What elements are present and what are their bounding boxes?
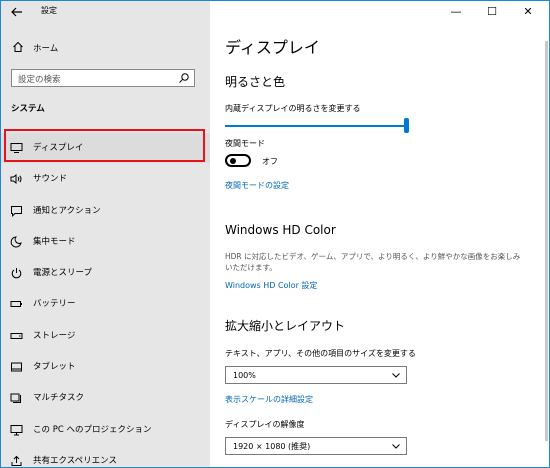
home-nav-item[interactable]: ホーム: [1, 37, 210, 59]
sidebar-item-label: タブレット: [33, 362, 76, 372]
brightness-slider-label: 内蔵ディスプレイの明るさを変更する: [225, 104, 361, 113]
night-mode-state: オフ: [262, 157, 278, 166]
night-mode-toggle[interactable]: [225, 154, 251, 167]
storage-icon: [10, 330, 23, 342]
window-controls: — ☐ ✕: [439, 1, 549, 23]
scrollbar[interactable]: [545, 41, 548, 441]
minimize-button[interactable]: —: [441, 3, 471, 21]
chevron-down-icon: [391, 370, 401, 380]
close-button[interactable]: ✕: [513, 3, 543, 21]
hdr-heading: Windows HD Color: [225, 223, 336, 237]
section-label: システム: [11, 104, 45, 114]
brightness-slider-thumb[interactable]: [404, 118, 409, 133]
sidebar-item-multitask[interactable]: マルチタスク: [1, 383, 210, 413]
sidebar-item-power[interactable]: 電源とスリープ: [1, 258, 210, 288]
sidebar-item-label: 集中モード: [33, 237, 76, 247]
resolution-dropdown[interactable]: 1920 × 1080 (推奨): [225, 437, 407, 455]
night-mode-settings-link[interactable]: 夜間モードの設定: [225, 180, 289, 192]
page-title: ディスプレイ: [225, 38, 320, 57]
back-button[interactable]: [7, 3, 27, 21]
night-mode-label: 夜間モード: [225, 139, 265, 148]
scale-size-value: 100%: [233, 371, 256, 380]
hdr-description: HDR に対応したビデオ、ゲーム、アプリで、より明るく、より鮮やかな画像をお楽し…: [225, 252, 521, 272]
scale-size-label: テキスト、アプリ、その他の項目のサイズを変更する: [225, 349, 416, 358]
maximize-button[interactable]: ☐: [477, 3, 507, 21]
tablet-icon: [10, 361, 23, 373]
toggle-knob: [230, 158, 236, 164]
search-placeholder: 設定の検索: [18, 75, 61, 85]
sidebar-item-focus[interactable]: 集中モード: [1, 227, 210, 257]
brightness-heading: 明るさと色: [225, 75, 286, 89]
hdr-settings-link[interactable]: Windows HD Color 設定: [225, 280, 317, 292]
sidebar-item-battery[interactable]: バッテリー: [1, 289, 210, 319]
settings-window: 設定 ホーム 設定の検索 システム ディスプレイ サウンド 通知とアクション 集…: [0, 0, 550, 468]
battery-icon: [10, 298, 23, 310]
home-label: ホーム: [33, 44, 59, 54]
sidebar-item-label: この PC へのプロジェクション: [33, 425, 152, 435]
app-title: 設定: [41, 6, 57, 15]
scale-heading: 拡大縮小とレイアウト: [225, 319, 346, 333]
sidebar: 設定 ホーム 設定の検索 システム ディスプレイ サウンド 通知とアクション 集…: [1, 1, 210, 467]
selection-highlight-box: [4, 129, 205, 162]
moon-icon: [10, 236, 23, 248]
sidebar-item-projection[interactable]: この PC へのプロジェクション: [1, 415, 210, 445]
advanced-scale-link[interactable]: 表示スケールの詳細設定: [225, 394, 313, 406]
sidebar-item-tablet[interactable]: タブレット: [1, 352, 210, 382]
sidebar-item-storage[interactable]: ストレージ: [1, 321, 210, 351]
power-icon: [10, 267, 23, 279]
sidebar-item-label: サウンド: [33, 174, 68, 184]
multitask-icon: [10, 392, 23, 404]
sidebar-item-label: ストレージ: [33, 331, 76, 341]
main-content: — ☐ ✕ ディスプレイ 明るさと色 内蔵ディスプレイの明るさを変更する 夜間モ…: [210, 1, 549, 467]
brightness-slider[interactable]: [225, 125, 405, 127]
sidebar-item-label: マルチタスク: [33, 393, 85, 403]
search-input[interactable]: 設定の検索: [11, 69, 195, 87]
home-icon: [12, 41, 24, 53]
sidebar-item-share[interactable]: 共有エクスペリエンス: [1, 446, 210, 467]
title-bar: 設定: [1, 1, 210, 23]
chevron-down-icon: [391, 441, 401, 451]
share-icon: [10, 455, 23, 467]
scale-size-dropdown[interactable]: 100%: [225, 366, 407, 384]
resolution-value: 1920 × 1080 (推奨): [233, 442, 311, 451]
search-icon: [178, 72, 190, 84]
sidebar-item-sound[interactable]: サウンド: [1, 164, 210, 194]
sidebar-item-label: 通知とアクション: [33, 206, 101, 216]
speaker-icon: [10, 173, 23, 185]
sidebar-item-label: 電源とスリープ: [33, 268, 92, 278]
sidebar-item-label: 共有エクスペリエンス: [33, 456, 117, 466]
notification-icon: [10, 205, 23, 217]
sidebar-item-label: バッテリー: [33, 299, 76, 309]
resolution-label: ディスプレイの解像度: [225, 420, 305, 429]
projection-icon: [10, 424, 23, 436]
back-arrow-icon: [11, 7, 22, 17]
sidebar-item-notifications[interactable]: 通知とアクション: [1, 196, 210, 226]
